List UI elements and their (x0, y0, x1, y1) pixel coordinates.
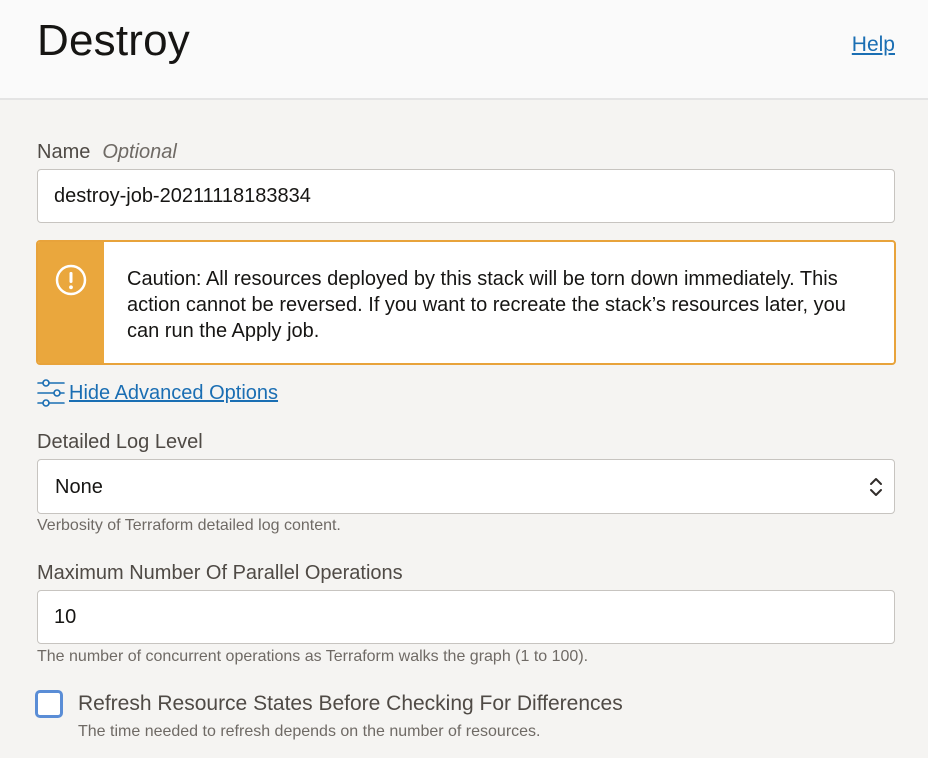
log-level-select[interactable]: None (37, 459, 895, 514)
hide-advanced-options-label: Hide Advanced Options (69, 381, 279, 404)
parallel-ops-hint: The number of concurrent operations as T… (37, 648, 589, 665)
parallel-ops-input[interactable] (37, 590, 895, 644)
chevron-up-down-icon (870, 478, 882, 496)
caution-banner: Caution: All resources deployed by this … (36, 240, 896, 365)
sliders-icon (37, 379, 65, 407)
name-input[interactable] (37, 169, 895, 223)
hide-advanced-options-link[interactable]: Hide Advanced Options (37, 378, 278, 408)
log-level-selected-value: None (55, 476, 103, 498)
refresh-states-label[interactable]: Refresh Resource States Before Checking … (78, 692, 623, 716)
optional-tag: Optional (102, 141, 177, 163)
log-level-label: Detailed Log Level (37, 431, 203, 453)
name-label: Name Optional (37, 141, 177, 164)
page-title: Destroy (37, 16, 190, 65)
parallel-ops-label: Maximum Number Of Parallel Operations (37, 562, 403, 584)
help-link[interactable]: Help (852, 33, 895, 57)
log-level-hint: Verbosity of Terraform detailed log cont… (37, 517, 341, 534)
refresh-states-checkbox[interactable] (35, 690, 63, 718)
exclamation-circle-icon (55, 264, 87, 296)
refresh-states-hint: The time needed to refresh depends on th… (78, 723, 541, 740)
panel-header: Destroy Help (0, 0, 928, 100)
caution-accent-bar (38, 242, 104, 363)
caution-message: Caution: All resources deployed by this … (127, 268, 846, 342)
name-label-text: Name (37, 141, 91, 163)
